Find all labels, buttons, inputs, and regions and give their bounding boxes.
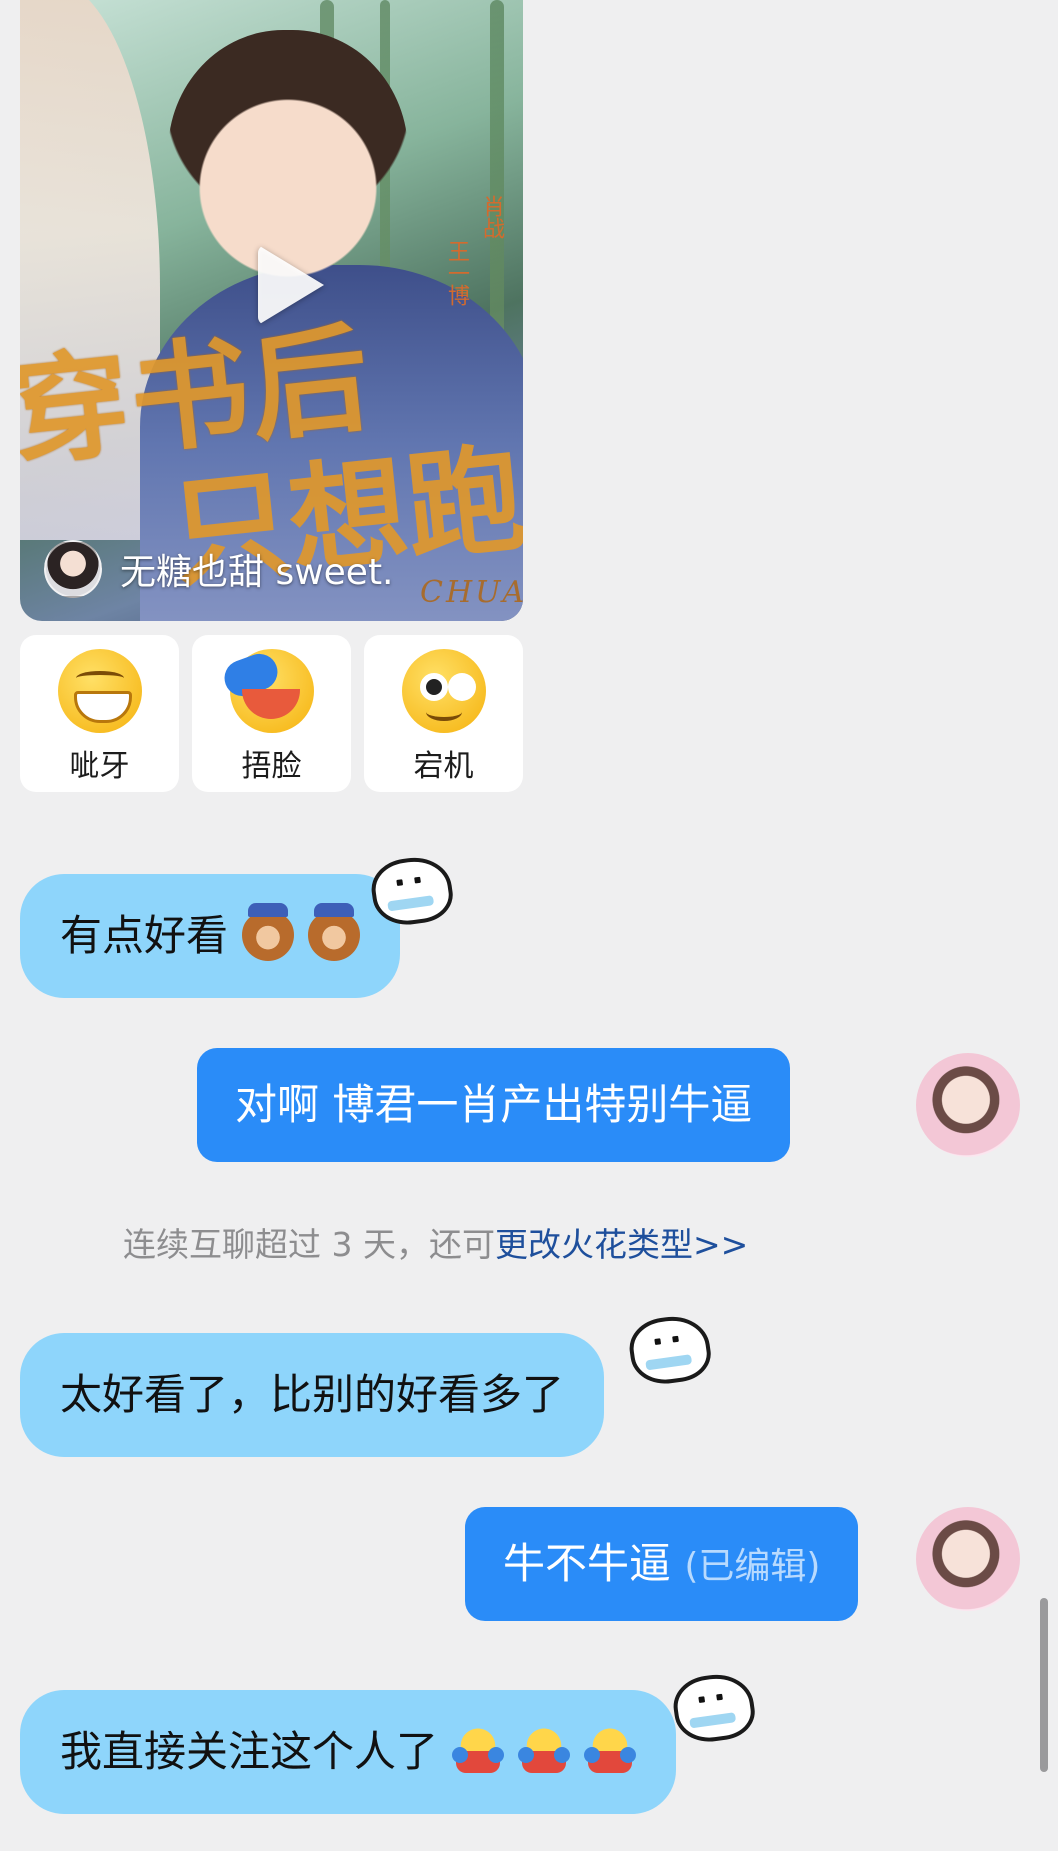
reaction-button-facepalm[interactable]: 捂脸 <box>192 635 351 792</box>
incoming-message-bubble[interactable]: 太好看了，比别的好看多了 <box>20 1333 605 1457</box>
outgoing-message-bubble[interactable]: 牛不牛逼 (已编辑) <box>465 1507 859 1621</box>
video-cast-text: 王一博 <box>444 240 469 306</box>
incoming-message-bubble[interactable]: 我直接关注这个人了 <box>20 1690 677 1814</box>
reaction-label: 宕机 <box>413 749 474 784</box>
streak-system-message: 连续互聊超过 3 天，还可更改火花类型>> <box>123 1218 748 1266</box>
hug-emoji-icon <box>452 1724 505 1777</box>
chipmunk-sticker-icon <box>242 902 295 961</box>
message-text: 对啊 博君一肖产出特别牛逼 <box>235 1080 753 1129</box>
reaction-button-dizzy[interactable]: 宕机 <box>364 635 523 792</box>
reaction-button-grin[interactable]: 呲牙 <box>20 635 179 792</box>
message-text: 太好看了，比别的好看多了 <box>60 1370 565 1419</box>
message-text: 牛不牛逼 <box>503 1539 672 1588</box>
outgoing-message-bubble[interactable]: 对啊 博君一肖产出特别牛逼 <box>197 1048 791 1162</box>
bubble-mascot-icon <box>625 1311 715 1389</box>
video-watermark: CHUAN <box>420 575 523 610</box>
my-avatar[interactable] <box>916 1507 1020 1611</box>
hug-emoji-icon <box>518 1724 571 1777</box>
message-text: 有点好看 <box>60 911 229 960</box>
message-text: 我直接关注这个人了 <box>60 1727 439 1776</box>
chipmunk-sticker-icon <box>308 902 361 961</box>
dizzy-emoji-icon <box>401 649 486 733</box>
edited-label: (已编辑) <box>684 1546 821 1587</box>
facepalm-emoji-icon <box>229 649 314 733</box>
reaction-label: 捂脸 <box>241 749 302 784</box>
scrollbar[interactable] <box>1040 1598 1048 1772</box>
change-spark-type-link[interactable]: 更改火花类型>> <box>495 1225 748 1264</box>
shared-video-card[interactable]: 肖战 王一博 穿书后 只想跑 CHUAN 无糖也甜 sweet. <box>20 0 523 621</box>
hug-emoji-icon <box>584 1724 637 1777</box>
play-icon[interactable] <box>258 245 324 325</box>
author-avatar[interactable] <box>44 540 102 598</box>
video-cast-text: 肖战 <box>479 195 504 239</box>
bubble-mascot-icon <box>669 1669 759 1747</box>
reaction-label: 呲牙 <box>69 749 130 784</box>
video-author[interactable]: 无糖也甜 sweet. <box>44 540 394 598</box>
my-avatar[interactable] <box>916 1053 1020 1157</box>
grin-emoji-icon <box>57 649 142 733</box>
author-name: 无糖也甜 sweet. <box>120 552 394 593</box>
system-text: 连续互聊超过 3 天，还可 <box>123 1225 495 1264</box>
incoming-message-bubble[interactable]: 有点好看 <box>20 874 401 998</box>
